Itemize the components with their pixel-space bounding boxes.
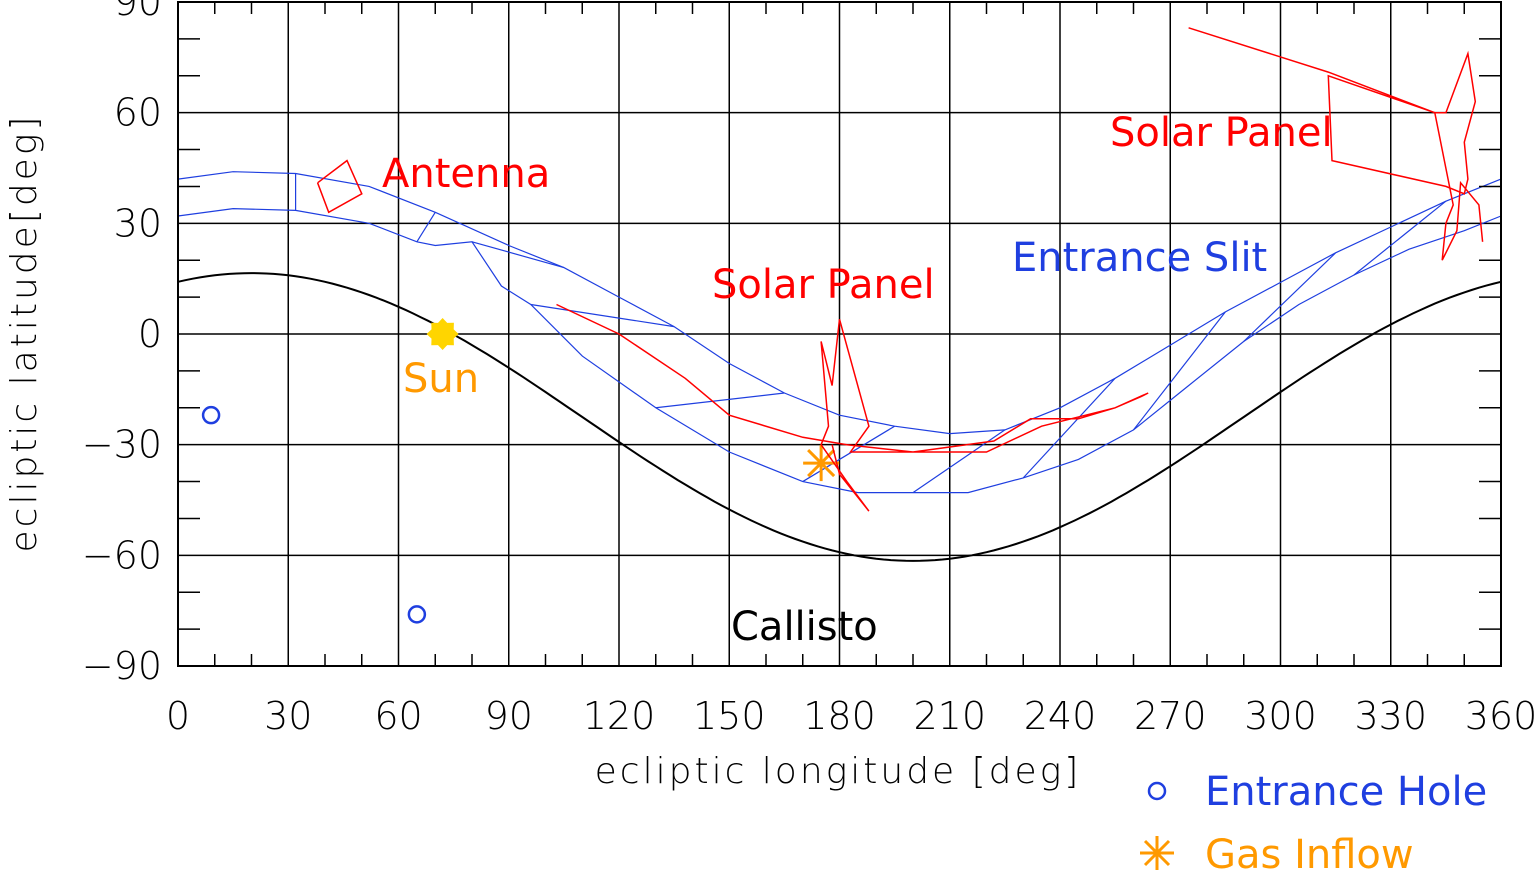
annotation-antenna: Antenna (382, 151, 550, 197)
chart: 0 30 60 90 120 150 180 210 240 270 300 330 360906030… (4, 0, 1538, 870)
x-tick-label: 330 (1354, 694, 1427, 738)
x-tick-label: 270 (1134, 694, 1207, 738)
x-tick-label: 60 (374, 694, 422, 738)
entrance-hole-marker (201, 405, 221, 425)
legend-entrance-hole-label: Entrance Hole (1205, 769, 1487, 815)
annotation-sun: Sun (403, 356, 479, 402)
legend-gas-inflow-marker (1140, 836, 1174, 870)
annotation-solar-panel-1: Solar Panel (712, 262, 935, 308)
entrance-slit-rung (1133, 311, 1226, 431)
y-tick-label: 60 (114, 91, 162, 135)
x-tick-label: 240 (1024, 694, 1097, 738)
entrance-slit-rung (416, 211, 436, 243)
y-tick-label: −60 (82, 533, 162, 577)
x-tick-label: 120 (583, 694, 656, 738)
annotation-callisto: Callisto (731, 604, 878, 650)
annotation-entrance-slit: Entrance Slit (1012, 235, 1267, 281)
entrance-slit-rung (655, 392, 785, 409)
entrance-slit-rung (802, 425, 895, 483)
x-tick-label: 300 (1244, 694, 1317, 738)
legend-entrance-hole-marker (1147, 781, 1167, 801)
y-tick-label: 0 (138, 312, 162, 356)
y-tick-label: −30 (82, 423, 162, 467)
x-tick-label: 210 (913, 694, 986, 738)
x-tick-label: 30 (264, 694, 312, 738)
entrance-hole-marker (407, 605, 427, 624)
y-axis-title: ecliptic latitude[deg] (4, 114, 45, 553)
x-tick-label: 180 (803, 694, 876, 738)
x-tick-label: 360 (1465, 694, 1538, 738)
x-tick-label: 90 (485, 694, 533, 738)
antenna-outline (316, 159, 363, 214)
entrance-slit-rung (912, 429, 1006, 494)
grid (177, 1, 1502, 667)
y-tick-label: 90 (114, 0, 162, 24)
x-tick-label: 150 (693, 694, 766, 738)
x-tick-label: 0 (166, 694, 190, 738)
x-axis-title: ecliptic longitude [deg] (595, 751, 1082, 792)
entrance-slit-rung (471, 241, 565, 269)
y-tick-label: −90 (82, 644, 162, 688)
sun-marker (426, 318, 459, 350)
legend-gas-inflow-label: Gas Inflow (1205, 832, 1414, 870)
annotation-solar-panel-2: Solar Panel (1110, 110, 1333, 156)
y-tick-label: 30 (114, 201, 162, 245)
legend: Entrance Hole Gas Inflow (1140, 769, 1487, 870)
